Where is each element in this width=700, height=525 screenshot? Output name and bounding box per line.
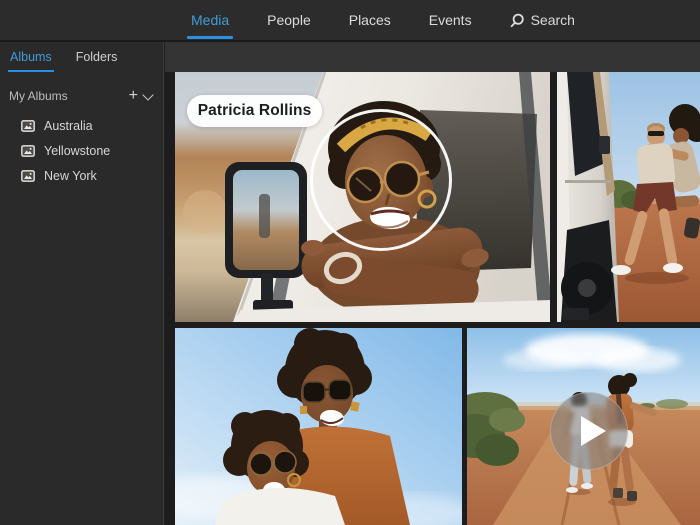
chevron-down-icon bbox=[142, 89, 153, 100]
face-circle[interactable] bbox=[310, 109, 452, 251]
album-label: Australia bbox=[44, 119, 93, 133]
tab-media[interactable]: Media bbox=[191, 0, 229, 40]
face-tag[interactable]: Patricia Rollins bbox=[187, 95, 322, 127]
tab-events[interactable]: Events bbox=[429, 0, 472, 40]
my-albums-title: My Albums bbox=[9, 89, 125, 103]
sidebar-tabs: Albums Folders bbox=[0, 42, 163, 72]
collapse-albums-button[interactable] bbox=[142, 92, 154, 101]
photo-thumbnail-2[interactable] bbox=[557, 72, 700, 322]
album-icon bbox=[21, 145, 35, 157]
photo-thumbnail-3[interactable] bbox=[175, 328, 462, 525]
search-icon bbox=[510, 13, 525, 28]
album-label: Yellowstone bbox=[44, 144, 110, 158]
album-icon bbox=[21, 120, 35, 132]
search-label: Search bbox=[531, 12, 575, 28]
sidebar-item-yellowstone[interactable]: Yellowstone bbox=[0, 138, 163, 163]
tab-albums[interactable]: Albums bbox=[10, 42, 52, 72]
album-icon bbox=[21, 170, 35, 182]
photo-2-image bbox=[557, 72, 700, 322]
video-thumbnail[interactable] bbox=[467, 328, 700, 525]
sidebar-item-new-york[interactable]: New York bbox=[0, 163, 163, 188]
albums-sidebar: Albums Folders My Albums + Australia bbox=[0, 42, 164, 525]
album-list: Australia Yellowstone New York bbox=[0, 113, 163, 188]
photo-thumbnail-1[interactable]: Patricia Rollins bbox=[175, 72, 550, 322]
app-window: Media People Places Events Search Albums… bbox=[0, 0, 700, 525]
sidebar-item-australia[interactable]: Australia bbox=[0, 113, 163, 138]
play-icon bbox=[581, 416, 606, 446]
play-button[interactable] bbox=[550, 392, 628, 470]
add-album-button[interactable]: + bbox=[125, 89, 142, 103]
content-toolbar bbox=[165, 42, 700, 72]
my-albums-header: My Albums + bbox=[0, 87, 163, 105]
album-label: New York bbox=[44, 169, 97, 183]
tab-search[interactable]: Search bbox=[510, 0, 575, 40]
tab-places[interactable]: Places bbox=[349, 0, 391, 40]
top-nav: Media People Places Events Search bbox=[0, 0, 700, 42]
photo-3-image bbox=[175, 328, 462, 525]
tab-people[interactable]: People bbox=[267, 0, 311, 40]
tab-folders[interactable]: Folders bbox=[76, 42, 118, 72]
